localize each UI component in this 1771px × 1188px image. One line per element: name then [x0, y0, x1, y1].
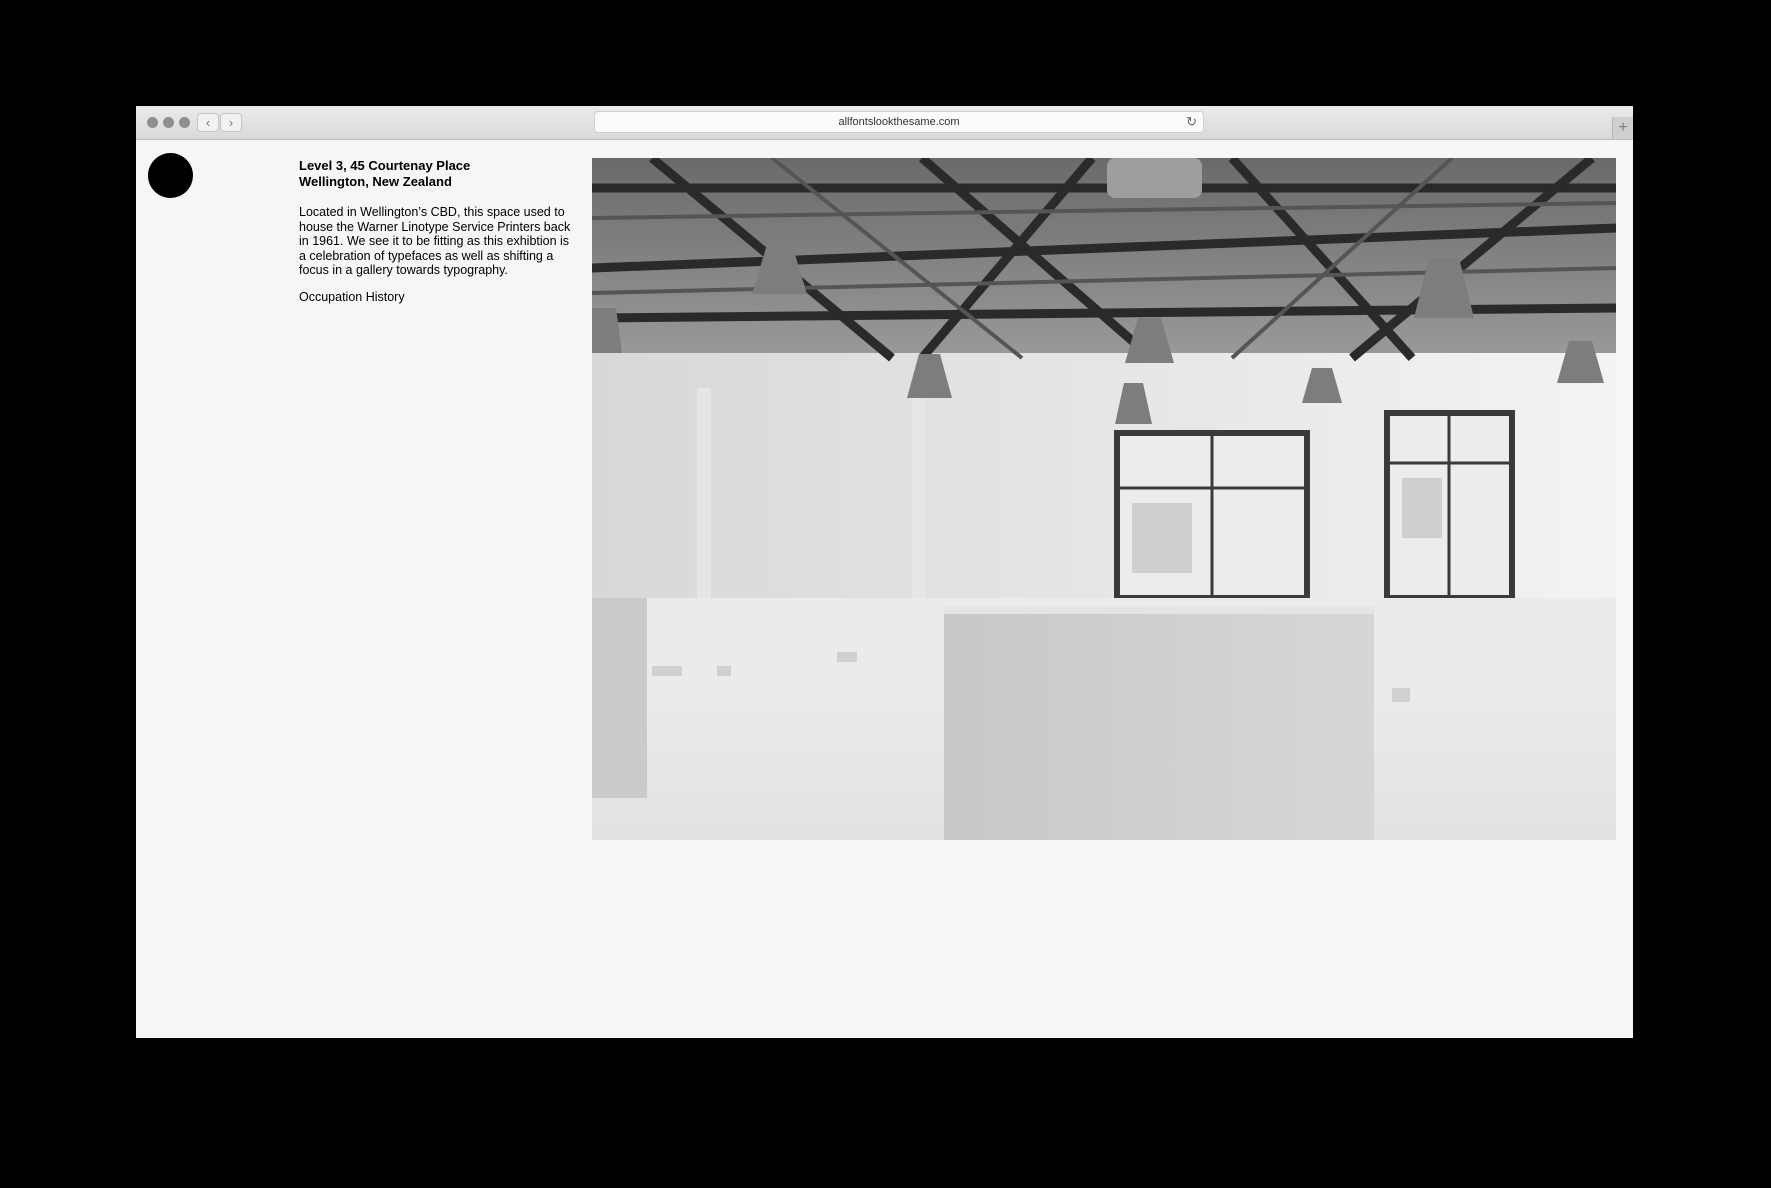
logo-dot-icon[interactable]: [148, 153, 193, 198]
minimize-window-button[interactable]: [163, 117, 174, 128]
url-text: allfontslookthesame.com: [838, 116, 960, 128]
gallery-space-photo: [592, 158, 1616, 840]
address-line-1: Level 3, 45 Courtenay Place: [299, 158, 471, 173]
browser-window: ‹ › allfontslookthesame.com ↻ + Level 3,…: [136, 106, 1633, 1038]
browser-toolbar: ‹ › allfontslookthesame.com ↻ +: [136, 106, 1633, 140]
address-line-2: Wellington, New Zealand: [299, 174, 452, 189]
plus-icon: +: [1618, 119, 1628, 136]
zoom-window-button[interactable]: [179, 117, 190, 128]
close-window-button[interactable]: [147, 117, 158, 128]
address-bar[interactable]: allfontslookthesame.com ↻: [594, 111, 1204, 133]
occupation-history-link[interactable]: Occupation History: [299, 290, 405, 304]
chevron-left-icon: ‹: [205, 115, 211, 130]
new-tab-button[interactable]: +: [1612, 117, 1633, 139]
forward-button[interactable]: ›: [220, 113, 242, 132]
back-button[interactable]: ‹: [197, 113, 219, 132]
chevron-right-icon: ›: [228, 115, 234, 130]
venue-description: Located in Wellington’s CBD, this space …: [299, 205, 571, 277]
gallery-interior-illustration: [592, 158, 1616, 840]
venue-address: Level 3, 45 Courtenay Place Wellington, …: [299, 158, 579, 190]
reload-icon[interactable]: ↻: [1186, 112, 1197, 132]
